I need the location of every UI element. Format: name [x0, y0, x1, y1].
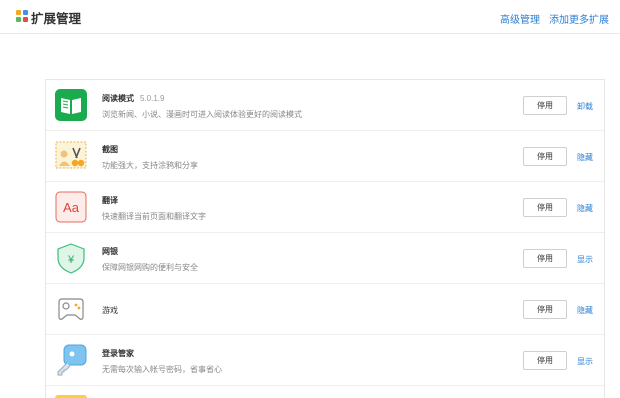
- extension-description: 快速翻译当前页面和翻译文字: [102, 212, 206, 221]
- key-icon: [57, 344, 87, 376]
- advanced-management-link[interactable]: 高级管理: [500, 11, 540, 26]
- extension-name: 网银: [102, 247, 118, 256]
- extension-name: 阅读模式 5.0.1.9: [102, 94, 165, 103]
- disable-button[interactable]: 停用: [523, 96, 567, 115]
- shield-yen-icon: ¥: [57, 243, 85, 274]
- hide-link[interactable]: 隐藏: [577, 203, 593, 214]
- extension-description: 无需每次输入帐号密码，省事省心: [102, 365, 222, 374]
- extension-row-login-manager: 登录管家 无需每次输入帐号密码，省事省心 停用 显示: [46, 335, 604, 386]
- show-link[interactable]: 显示: [577, 356, 593, 367]
- extension-name: 翻译: [102, 196, 118, 205]
- gamepad-icon: [58, 298, 84, 320]
- uninstall-link[interactable]: 卸载: [577, 101, 593, 112]
- show-link[interactable]: 显示: [577, 254, 593, 265]
- extension-row-reading-mode: 阅读模式 5.0.1.9 浏览新闻、小说、漫画时可进入阅读体验更好的阅读模式 停用…: [46, 80, 604, 131]
- add-more-extensions-link[interactable]: 添加更多扩展: [549, 11, 609, 26]
- hide-link[interactable]: 隐藏: [577, 152, 593, 163]
- extension-list: 阅读模式 5.0.1.9 浏览新闻、小说、漫画时可进入阅读体验更好的阅读模式 停用…: [45, 79, 605, 398]
- extension-row-games: 游戏 停用 隐藏: [46, 284, 604, 335]
- extension-version: 5.0.1.9: [140, 94, 165, 103]
- extension-name: 游戏: [102, 306, 118, 315]
- page-title: 扩展管理: [31, 12, 82, 26]
- svg-text:Aa: Aa: [63, 200, 80, 215]
- disable-button[interactable]: 停用: [523, 300, 567, 319]
- extension-description: 保障网银网购的便利与安全: [102, 263, 198, 272]
- hide-link[interactable]: 隐藏: [577, 305, 593, 316]
- svg-text:¥: ¥: [67, 254, 75, 266]
- apps-grid-icon: [16, 10, 28, 22]
- extension-row-screenshot: 截图 功能强大，支持涂鸦和分享 停用 隐藏: [46, 131, 604, 182]
- translate-icon: Aa: [55, 191, 87, 223]
- extension-name: 截图: [102, 145, 118, 154]
- disable-button[interactable]: 停用: [523, 249, 567, 268]
- extension-name: 登录管家: [102, 349, 134, 358]
- scissors-icon: [55, 141, 87, 169]
- disable-button[interactable]: 停用: [523, 351, 567, 370]
- extension-description: 浏览新闻、小说、漫画时可进入阅读体验更好的阅读模式: [102, 110, 302, 119]
- disable-button[interactable]: 停用: [523, 198, 567, 217]
- extension-row-banking: ¥ 网银 保障网银网购的便利与安全 停用 显示: [46, 233, 604, 284]
- extension-description: 功能强大，支持涂鸦和分享: [102, 161, 198, 170]
- top-bar: 扩展管理 高级管理 添加更多扩展: [0, 0, 620, 34]
- book-icon: [55, 89, 87, 121]
- disable-button[interactable]: 停用: [523, 147, 567, 166]
- extension-row-translate: Aa 翻译 快速翻译当前页面和翻译文字 停用 隐藏: [46, 182, 604, 233]
